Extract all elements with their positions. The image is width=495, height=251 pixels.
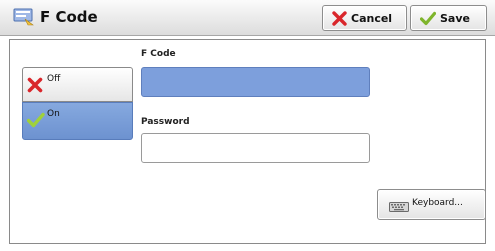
cancel-button[interactable]: Cancel [322, 5, 407, 31]
fcode-dialog: F Code Cancel Save Off On F Code Passwor… [0, 0, 495, 251]
fcode-input[interactable] [141, 67, 370, 97]
option-off-button[interactable]: Off [22, 67, 133, 102]
save-label: Save [440, 11, 470, 25]
content-panel: Off On F Code Password Keyboard... [9, 39, 486, 244]
fcode-icon [13, 8, 34, 26]
off-x-icon [27, 77, 43, 93]
cancel-label: Cancel [351, 11, 393, 25]
fcode-field-label: F Code [141, 49, 176, 59]
password-field-label: Password [141, 117, 190, 127]
password-input[interactable] [141, 133, 370, 163]
option-on-label: On [47, 109, 60, 119]
keyboard-button[interactable]: Keyboard... [377, 189, 486, 220]
keyboard-icon [389, 202, 409, 212]
keyboard-label: Keyboard... [412, 198, 463, 208]
cancel-x-icon [332, 10, 347, 26]
option-off-label: Off [47, 74, 61, 84]
save-check-icon [420, 11, 436, 25]
title-bar: F Code Cancel Save [0, 0, 495, 36]
on-check-icon [27, 112, 45, 128]
option-on-button[interactable]: On [22, 102, 133, 140]
save-button[interactable]: Save [410, 5, 487, 31]
page-title: F Code [40, 8, 98, 26]
